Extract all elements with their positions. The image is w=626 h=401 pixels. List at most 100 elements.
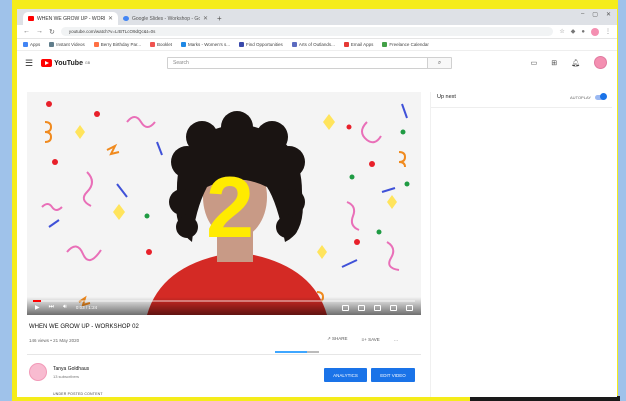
reload-icon[interactable]: ↻ (49, 28, 55, 36)
search-button[interactable]: ⌕ (427, 58, 451, 68)
bookmark-item[interactable]: Berry Birthday Par... (93, 42, 141, 47)
autoplay-control: AUTOPLAY (570, 93, 607, 100)
up-next-panel: Up next AUTOPLAY (430, 92, 612, 397)
time-display: 0:03 / 1:24 (75, 305, 98, 310)
bookmark-icon (149, 42, 155, 47)
bookmark-icon (239, 42, 245, 47)
bookmark-item[interactable]: Apps (23, 42, 40, 47)
profile-icon[interactable] (591, 27, 599, 36)
controls-left: ▶ ⏭︎ 🔊︎ 0:03 / 1:24 (35, 304, 97, 311)
bookmark-item[interactable]: Find Opportunities (239, 42, 283, 47)
youtube-wordmark: YouTube (54, 59, 83, 67)
search-input[interactable]: Search (168, 60, 427, 66)
share-button[interactable]: ↗ SHARE (327, 336, 348, 342)
like-ratio-bar (275, 351, 319, 353)
minimize-icon[interactable]: – (581, 11, 584, 18)
settings-gear-icon[interactable] (358, 305, 365, 311)
bookmark-item[interactable]: Marks - Women's s... (180, 42, 230, 47)
edit-video-button[interactable]: EDIT VIDEO (371, 368, 415, 382)
bookmark-item[interactable]: Arts of Outlands... (291, 42, 335, 47)
bookmarks-bar: Apps Instant Videos Berry Birthday Par..… (17, 39, 617, 51)
bookmark-item[interactable]: Booklet (149, 42, 172, 47)
progress-fill (33, 300, 41, 302)
autoplay-toggle[interactable] (595, 93, 607, 100)
player-controls: ▶ ⏭︎ 🔊︎ 0:03 / 1:24 (27, 297, 421, 315)
right-edge-strip (618, 0, 626, 401)
theater-mode-icon[interactable] (390, 305, 397, 311)
video-title: WHEN WE GROW UP - WORKSHOP 02 (29, 324, 139, 330)
save-button[interactable]: ≡+ SAVE (362, 337, 380, 342)
video-description: UNDER POSTED CONTENT (53, 392, 103, 396)
info-divider (27, 354, 421, 355)
bookmark-item[interactable]: Email Apps (343, 42, 373, 47)
up-next-title: Up next (437, 94, 456, 100)
outer-frame: WHEN WE GROW UP - WORKSH ✕ Google Slides… (0, 0, 626, 401)
bookmark-icon (93, 42, 99, 47)
browser-window: WHEN WE GROW UP - WORKSH ✕ Google Slides… (17, 9, 617, 397)
close-tab-icon[interactable]: ✕ (108, 15, 113, 22)
controls-right (342, 305, 413, 311)
bookmark-item[interactable]: Instant Videos (49, 42, 85, 47)
video-actions: ↗ SHARE ≡+ SAVE … (327, 336, 398, 342)
volume-icon[interactable]: 🔊︎ (63, 304, 67, 311)
miniplayer-icon[interactable] (374, 305, 381, 311)
play-icon[interactable]: ▶ (35, 304, 40, 311)
apps-icon (23, 42, 28, 47)
bookmark-item[interactable]: Freelance Calendar (382, 42, 429, 47)
video-player[interactable]: 2 ▶ ⏭︎ 🔊︎ 0:03 / 1:24 (27, 92, 421, 315)
up-next-header: Up next AUTOPLAY (431, 92, 612, 102)
notifications-bell-icon[interactable]: 🔔︎ (571, 59, 580, 67)
hamburger-menu-icon[interactable]: ☰ (25, 58, 33, 69)
bookmark-icon (382, 42, 388, 47)
bookmark-icon (343, 42, 349, 47)
bookmark-icon (291, 42, 297, 47)
next-icon[interactable]: ⏭︎ (49, 304, 54, 311)
fullscreen-icon[interactable] (406, 305, 413, 311)
url-input[interactable]: youtube.com/watch?v=LrBTLcO9dQc&t=0s (60, 27, 554, 36)
autoplay-label: AUTOPLAY (570, 94, 591, 100)
tab-title: Google Slides - Workshop - Google ... (132, 15, 200, 22)
header-icons: ▭ ⊞ 🔔︎ (531, 56, 607, 69)
close-window-icon[interactable]: ✕ (606, 11, 611, 18)
progress-bar[interactable] (33, 300, 415, 302)
close-tab-icon[interactable]: ✕ (203, 15, 208, 22)
create-video-icon[interactable]: ▭ (531, 59, 538, 67)
search-box: Search ⌕ (167, 57, 452, 69)
region-code: GB (84, 61, 91, 65)
channel-subscribers: 13 subscribers (53, 374, 80, 379)
left-edge-strip (0, 0, 12, 401)
channel-name[interactable]: Tanya Goldhaus (53, 366, 89, 372)
channel-avatar[interactable] (29, 363, 47, 381)
account-avatar[interactable] (594, 56, 607, 69)
extension-icon[interactable]: ● (581, 29, 585, 35)
menu-icon[interactable]: ⋮ (605, 28, 611, 35)
overlay-number: 2 (206, 160, 254, 256)
forward-icon[interactable]: → (36, 28, 43, 35)
youtube-play-icon (41, 59, 53, 67)
youtube-header: ☰ YouTube GB Search ⌕ ▭ ⊞ 🔔︎ (17, 51, 617, 75)
analytics-button[interactable]: ANALYTICS (324, 368, 367, 382)
tab-strip: WHEN WE GROW UP - WORKSH ✕ Google Slides… (17, 9, 617, 25)
star-icon[interactable]: ☆ (559, 28, 564, 35)
tab-title: WHEN WE GROW UP - WORKSH (37, 15, 105, 22)
video-frame: 2 (27, 92, 421, 315)
tab-youtube[interactable]: WHEN WE GROW UP - WORKSH ✕ (23, 12, 118, 25)
new-tab-icon[interactable]: + (217, 14, 222, 23)
search-icon: ⌕ (437, 59, 442, 66)
tab-google-slides[interactable]: Google Slides - Workshop - Google ... ✕ (118, 12, 213, 25)
address-bar: ← → ↻ youtube.com/watch?v=LrBTLcO9dQc&t=… (17, 25, 617, 39)
youtube-favicon-icon (28, 16, 34, 21)
bookmark-icon (180, 42, 186, 47)
back-icon[interactable]: ← (23, 28, 30, 35)
video-meta: 146 views • 21 May 2020 (29, 338, 80, 343)
extension-icon[interactable]: ◆ (571, 28, 576, 35)
bookmark-icon (49, 42, 55, 47)
subtitles-icon[interactable] (342, 305, 349, 311)
window-controls: – ▢ ✕ (581, 11, 611, 18)
apps-grid-icon[interactable]: ⊞ (551, 59, 557, 67)
maximize-icon[interactable]: ▢ (592, 11, 598, 18)
slides-favicon-icon (123, 16, 129, 21)
more-options-icon[interactable]: … (394, 337, 399, 342)
up-next-divider (431, 107, 612, 108)
youtube-logo[interactable]: YouTube GB (41, 59, 90, 67)
